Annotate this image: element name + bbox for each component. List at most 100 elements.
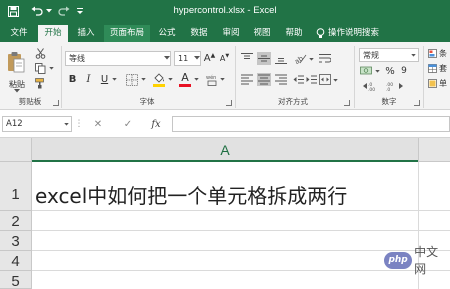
fill-color-button[interactable] xyxy=(151,71,167,88)
decrease-decimal-button[interactable]: .00 .0 xyxy=(385,80,405,92)
increase-decimal-button[interactable]: .0 .00 xyxy=(362,80,382,92)
alignment-launcher[interactable] xyxy=(344,100,350,106)
tab-insert[interactable]: 插入 xyxy=(73,25,99,42)
format-painter-button[interactable] xyxy=(33,77,47,90)
font-color-button[interactable]: A xyxy=(178,71,192,88)
grow-font-label: A xyxy=(203,53,211,64)
caret-up-icon: ▲ xyxy=(210,52,216,59)
ribbon-home: 粘贴 剪贴板 等线 11 A ▲ A ▼ B I U A wén 字体 ab 对… xyxy=(0,42,450,110)
conditional-formatting-icon xyxy=(428,49,437,58)
paste-button[interactable] xyxy=(4,48,28,78)
font-group-label: 字体 xyxy=(139,97,155,106)
column-header-a[interactable]: A xyxy=(32,138,418,162)
decrease-indent-icon xyxy=(293,75,304,84)
formula-bar: A12 ⋮ ✕ ✓ fx xyxy=(0,110,450,138)
cut-button[interactable] xyxy=(33,47,47,60)
cell-styles-button[interactable]: 单 xyxy=(428,77,450,90)
align-right-button[interactable] xyxy=(274,73,288,86)
underline-dropdown[interactable] xyxy=(111,75,118,83)
row-header-2[interactable]: 2 xyxy=(0,211,32,231)
clipboard-launcher[interactable] xyxy=(53,100,59,106)
svg-text:ab: ab xyxy=(294,54,305,64)
tab-home[interactable]: 开始 xyxy=(38,25,68,42)
underline-button[interactable]: U xyxy=(98,72,111,87)
tab-help[interactable]: 帮助 xyxy=(281,25,307,42)
row-header-5[interactable]: 5 xyxy=(0,271,32,289)
percent-button[interactable]: % xyxy=(384,65,396,77)
tab-data[interactable]: 数据 xyxy=(186,25,212,42)
phonetic-dropdown[interactable] xyxy=(219,75,226,83)
phonetic-button[interactable]: wén xyxy=(205,72,219,87)
align-bottom-button[interactable] xyxy=(274,52,288,65)
column-header-b[interactable] xyxy=(418,138,450,162)
shrink-font-button[interactable]: A ▼ xyxy=(218,51,231,66)
borders-button[interactable] xyxy=(124,72,139,87)
row-header-4[interactable]: 4 xyxy=(0,251,32,271)
php-logo: php xyxy=(384,251,413,269)
currency-dropdown[interactable] xyxy=(374,68,380,74)
enter-button[interactable]: ✓ xyxy=(118,117,138,131)
conditional-formatting-button[interactable]: 条 xyxy=(428,47,450,60)
tab-view[interactable]: 视图 xyxy=(249,25,275,42)
cell-a1[interactable]: excel中如何把一个单元格拆成两行 xyxy=(35,180,347,209)
decrease-indent-button[interactable] xyxy=(292,73,304,86)
gridline xyxy=(32,230,450,231)
font-size-dropdown[interactable] xyxy=(193,54,200,62)
align-left-button[interactable] xyxy=(240,73,254,86)
insert-function-button[interactable]: fx xyxy=(146,117,166,131)
copy-button[interactable] xyxy=(33,62,47,75)
name-box-dropdown[interactable] xyxy=(63,121,70,128)
font-color-dropdown[interactable] xyxy=(193,75,200,83)
copy-dropdown[interactable] xyxy=(48,64,54,72)
bold-button[interactable]: B xyxy=(66,72,79,87)
merge-cells-icon xyxy=(319,74,331,85)
font-name-dropdown[interactable] xyxy=(163,54,170,62)
chevron-down-icon xyxy=(374,69,380,73)
table-icon xyxy=(428,64,437,73)
orientation-dropdown[interactable] xyxy=(308,55,315,63)
currency-icon xyxy=(360,66,372,75)
scissors-icon xyxy=(35,48,45,59)
paste-dropdown[interactable] xyxy=(13,88,21,94)
format-as-table-button[interactable]: 套 xyxy=(428,62,450,75)
italic-button[interactable]: I xyxy=(82,72,95,87)
tab-review[interactable]: 审阅 xyxy=(218,25,244,42)
select-all-button[interactable] xyxy=(0,138,32,162)
tell-me-search[interactable]: 操作说明搜索 xyxy=(312,25,420,42)
conditional-formatting-label: 条 xyxy=(439,49,447,58)
borders-dropdown[interactable] xyxy=(140,75,147,83)
align-middle-button[interactable] xyxy=(257,52,271,65)
chevron-down-icon xyxy=(309,57,314,61)
currency-button[interactable] xyxy=(359,65,373,77)
fill-color-dropdown[interactable] xyxy=(167,75,174,83)
grow-font-button[interactable]: A ▲ xyxy=(203,51,216,66)
window-title: hypercontrol.xlsx - Excel xyxy=(173,5,277,16)
tab-page-layout[interactable]: 页面布局 xyxy=(104,25,150,42)
align-center-button[interactable] xyxy=(257,73,271,86)
number-launcher[interactable] xyxy=(414,100,420,106)
font-launcher[interactable] xyxy=(226,100,232,106)
name-box[interactable]: A12 xyxy=(2,116,72,132)
worksheet-grid: A 1 2 3 4 5 excel中如何把一个单元格拆成两行 xyxy=(0,138,450,289)
text-orientation-icon: ab xyxy=(294,54,306,64)
formula-bar-grip[interactable]: ⋮ xyxy=(75,118,84,130)
wrap-text-button[interactable] xyxy=(318,52,332,65)
cancel-button[interactable]: ✕ xyxy=(88,117,108,131)
row-header-1[interactable]: 1 xyxy=(0,162,32,211)
caret-down-icon: ▼ xyxy=(225,53,230,59)
comma-style-button[interactable]: 9 xyxy=(398,65,410,77)
increase-indent-button[interactable] xyxy=(305,73,317,86)
wrap-text-icon xyxy=(319,54,331,63)
tab-file[interactable]: 文件 xyxy=(6,25,32,42)
orientation-button[interactable]: ab xyxy=(292,52,308,65)
font-name-field[interactable]: 等线 xyxy=(65,51,171,66)
merge-center-button[interactable] xyxy=(318,73,332,86)
chevron-down-icon xyxy=(220,77,225,81)
chevron-down-icon xyxy=(168,77,173,81)
formula-input[interactable] xyxy=(172,116,450,132)
number-format-dropdown[interactable] xyxy=(410,51,417,59)
tab-formulas[interactable]: 公式 xyxy=(154,25,180,42)
align-top-button[interactable] xyxy=(240,52,254,65)
row-header-3[interactable]: 3 xyxy=(0,231,32,251)
merge-dropdown[interactable] xyxy=(332,76,339,84)
